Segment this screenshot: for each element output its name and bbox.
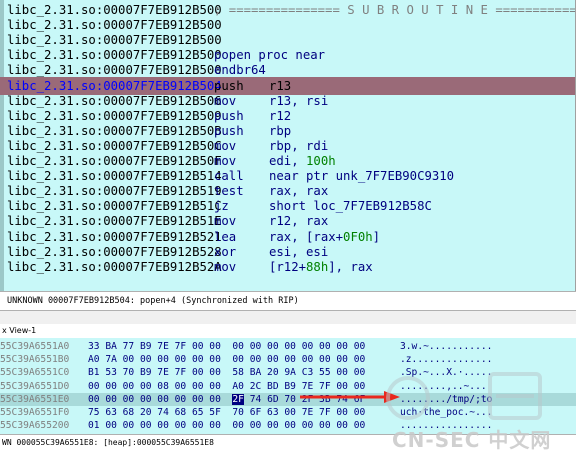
hex-bytes[interactable]: A0 7A 00 00 00 00 00 00 00 00 00 00 00 0…	[88, 353, 365, 366]
hex-bytes-pre[interactable]: 00 00 00 00 00 00 00 00	[88, 394, 232, 405]
hex-ascii[interactable]: .Sp.~...X.·.....	[400, 366, 492, 379]
red-arrow-icon	[300, 391, 400, 403]
operand-immediate[interactable]: 0F0h	[343, 230, 373, 244]
hex-address[interactable]: 55C39A6551A0	[0, 340, 69, 353]
hex-bytes[interactable]: B1 53 70 B9 7E 7F 00 00 58 BA 20 9A C3 5…	[88, 366, 365, 379]
hex-row[interactable]: 55C39A6551C0 B1 53 70 B9 7E 7F 00 00 58 B…	[0, 366, 576, 379]
hex-address[interactable]: 55C39A655200	[0, 419, 69, 432]
watermark-text: CN-SEC 中文网	[392, 428, 552, 452]
hex-address[interactable]: 55C39A6551F0	[0, 406, 69, 419]
operand-text: edi,	[269, 154, 307, 168]
disassembly-status-bar: UNKNOWN 00007F7EB912B504: popen+4 (Synch…	[0, 291, 576, 311]
hex-view[interactable]: 55C39A6551A0 33 BA 77 B9 7E 7F 00 00 00 0…	[0, 338, 576, 434]
hex-address[interactable]: 55C39A6551C0	[0, 366, 69, 379]
hex-address[interactable]: 55C39A6551B0	[0, 353, 69, 366]
hex-byte-cursor[interactable]: 2F	[232, 393, 244, 405]
hex-view-title[interactable]: x View-1	[0, 324, 576, 338]
hex-ascii[interactable]: ........,..~...	[400, 380, 487, 393]
operand-immediate[interactable]: 100h	[306, 154, 336, 168]
hex-ascii[interactable]: .z..............	[400, 353, 492, 366]
disasm-address[interactable]: libc_2.31.so:00007F7EB912B52A	[7, 258, 222, 276]
hex-address[interactable]: 55C39A6551D0	[0, 380, 69, 393]
hex-bytes[interactable]: 33 BA 77 B9 7E 7F 00 00 00 00 00 00 00 0…	[88, 340, 365, 353]
hex-row[interactable]: 55C39A6551F0 75 63 68 20 74 68 65 5F 70 6…	[0, 406, 576, 419]
pane-gap	[0, 311, 576, 324]
hex-row[interactable]: 55C39A6551B0 A0 7A 00 00 00 00 00 00 00 0…	[0, 353, 576, 366]
disasm-operands[interactable]: [r12+88h], rax	[269, 258, 373, 276]
operand-text: rax, [rax+	[269, 229, 344, 244]
hex-ascii[interactable]: uch·the_poc.~...	[400, 406, 492, 419]
disasm-line[interactable]: libc_2.31.so:00007F7EB912B52A mov [r12+88h…	[0, 258, 575, 276]
hex-row[interactable]: 55C39A6551D0 00 00 00 00 08 00 00 00 A0 2…	[0, 380, 576, 393]
hex-ascii[interactable]: ......../tmp/;to	[400, 393, 492, 406]
operand-text: ]	[372, 229, 381, 244]
hex-row[interactable]: 55C39A6551E0 00 00 00 00 00 00 00 00 2F 7…	[0, 392, 576, 406]
hex-bytes[interactable]: 01 00 00 00 00 00 00 00 00 00 00 00 00 0…	[88, 419, 365, 432]
operand-text: ], rax	[328, 259, 373, 274]
hex-ascii[interactable]: 3.w.~...........	[400, 340, 492, 353]
operand-immediate[interactable]: 88h	[306, 260, 328, 274]
operand-text: [r12+	[269, 259, 307, 274]
disassembly-view[interactable]: libc_2.31.so:00007F7EB912B500; =========…	[0, 0, 576, 291]
hex-address[interactable]: 55C39A6551E0	[0, 393, 69, 406]
hex-bytes[interactable]: 75 63 68 20 74 68 65 5F 70 6F 63 00 7E 7…	[88, 406, 365, 419]
hex-row[interactable]: 55C39A6551A0 33 BA 77 B9 7E 7F 00 00 00 0…	[0, 340, 576, 353]
disasm-mnemonic[interactable]: mov	[214, 258, 236, 276]
